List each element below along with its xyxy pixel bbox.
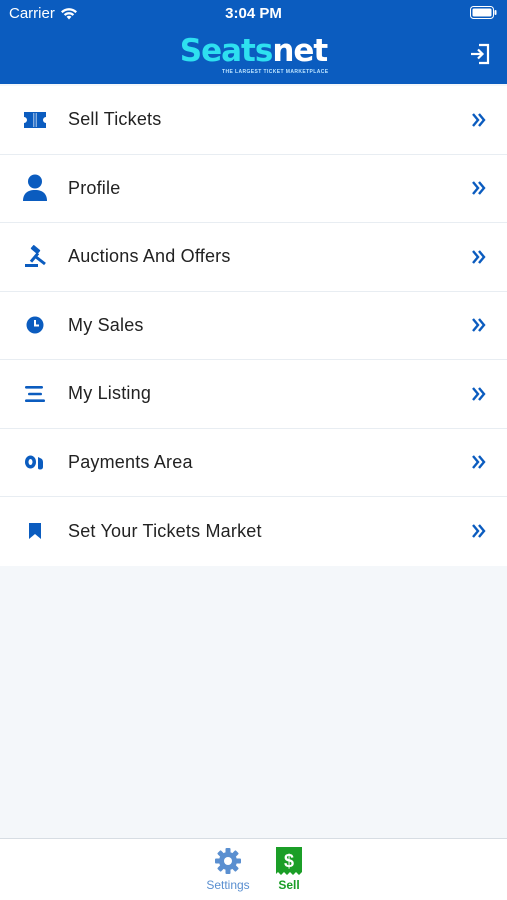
double-chevron-right-icon (472, 181, 486, 196)
clock-icon (20, 310, 50, 340)
tab-label: Settings (206, 878, 250, 892)
logo-wordmark: Seatsnet (179, 33, 329, 69)
menu-item-label: My Sales (68, 314, 144, 335)
dollar-receipt-icon: $ (276, 847, 302, 875)
menu-item-my-listing[interactable]: My Listing (0, 360, 507, 429)
menu-item-label: Set Your Tickets Market (68, 520, 262, 541)
status-time: 3:04 PM (225, 5, 282, 22)
menu-item-auctions-and-offers[interactable]: Auctions And Offers (0, 223, 507, 292)
menu-item-label: My Listing (68, 383, 152, 404)
tab-bar: Settings $ Sell (0, 838, 507, 900)
status-bar: Carrier 3:04 PM (0, 0, 507, 28)
menu-item-sell-tickets[interactable]: Sell Tickets (0, 86, 507, 155)
ticket-icon (20, 105, 50, 135)
menu-item-set-your-tickets-market[interactable]: Set Your Tickets Market (0, 497, 507, 566)
app-header: Carrier 3:04 PM Seatsnet THE LARGEST TIC… (0, 0, 507, 84)
gavel-icon (20, 242, 50, 272)
user-icon (20, 173, 50, 203)
tab-label: Sell (278, 878, 300, 892)
tab-sell[interactable]: $ Sell (259, 847, 319, 892)
seatsnet-logo: Seatsnet THE LARGEST TICKET MARKETPLACE (179, 33, 329, 79)
menu-item-profile[interactable]: Profile (0, 155, 507, 223)
menu-item-label: Auctions And Offers (68, 246, 231, 267)
menu-item-label: Sell Tickets (68, 109, 162, 130)
bookmark-icon (20, 516, 50, 546)
main-menu: Sell Tickets Profile Auctions And Offers… (0, 86, 507, 566)
logo-tagline: THE LARGEST TICKET MARKETPLACE (222, 69, 329, 75)
double-chevron-right-icon (472, 112, 486, 127)
logo-seats: Seats (179, 33, 274, 69)
list-icon (20, 379, 50, 409)
svg-text:$: $ (284, 851, 294, 871)
logo-net: net (272, 33, 328, 69)
logout-icon[interactable] (469, 43, 491, 65)
coins-icon (20, 447, 50, 477)
double-chevron-right-icon (472, 249, 486, 264)
brand-area: Seatsnet THE LARGEST TICKET MARKETPLACE (0, 33, 507, 79)
menu-item-label: Profile (68, 177, 121, 198)
battery-icon (470, 6, 497, 19)
menu-item-label: Payments Area (68, 451, 193, 472)
menu-item-my-sales[interactable]: My Sales (0, 292, 507, 360)
double-chevron-right-icon (472, 386, 486, 401)
gear-icon (215, 848, 241, 874)
menu-item-payments-area[interactable]: Payments Area (0, 429, 507, 497)
tab-settings[interactable]: Settings (198, 847, 258, 892)
double-chevron-right-icon (472, 318, 486, 333)
double-chevron-right-icon (472, 455, 486, 470)
double-chevron-right-icon (472, 524, 486, 539)
